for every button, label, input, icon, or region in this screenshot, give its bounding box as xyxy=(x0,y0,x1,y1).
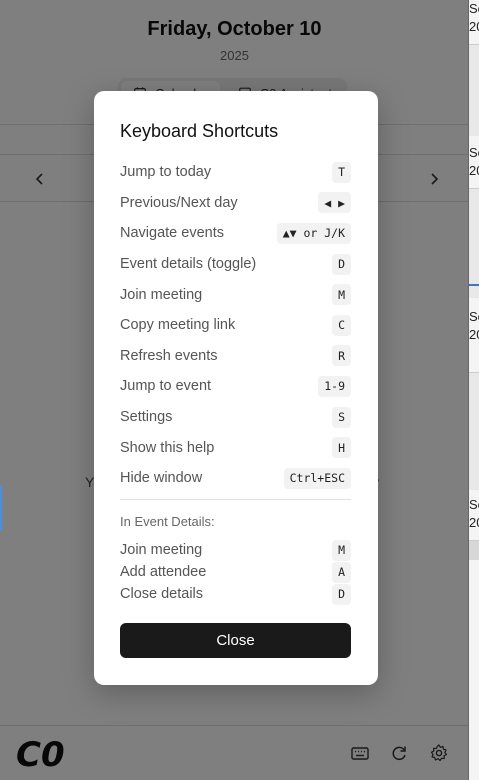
strip-thumbnail xyxy=(469,372,479,490)
shortcut-row: Navigate events ▲▼ or J/K xyxy=(120,218,351,249)
shortcut-label: Close details xyxy=(120,586,204,602)
shortcut-key: Ctrl+ESC xyxy=(283,467,351,489)
shortcut-label: Jump to event xyxy=(120,378,212,395)
shortcut-row: Hide window Ctrl+ESC xyxy=(120,463,351,494)
shortcut-row: Add attendee A xyxy=(120,561,351,583)
shortcut-row: Refresh events R xyxy=(120,341,351,372)
adjacent-window-strip: Sc 20 Sc 20 Sc 20 Sc 20 xyxy=(469,0,479,780)
shortcut-key: R xyxy=(332,345,351,367)
section-heading-event-details: In Event Details: xyxy=(120,514,215,529)
shortcut-key: ◀ ▶ xyxy=(318,192,351,214)
strip-text: 20 xyxy=(469,515,479,530)
shortcut-key: C xyxy=(332,314,351,336)
shortcut-label: Add attendee xyxy=(120,564,207,580)
shortcut-key: M xyxy=(332,539,351,561)
shortcut-label: Settings xyxy=(120,409,173,426)
shortcut-key: M xyxy=(332,284,351,306)
shortcut-key: H xyxy=(332,437,351,459)
strip-thumbnail xyxy=(469,540,479,560)
shortcut-label: Navigate events xyxy=(120,225,224,242)
shortcut-row: Join meeting M xyxy=(120,279,351,310)
shortcut-key: S xyxy=(332,406,351,428)
strip-text: Sc xyxy=(469,145,479,160)
shortcut-row: Event details (toggle) D xyxy=(120,249,351,280)
shortcut-key: T xyxy=(332,161,351,183)
shortcut-label: Show this help xyxy=(120,439,215,456)
shortcut-label: Hide window xyxy=(120,470,203,487)
shortcut-row: Jump to event 1-9 xyxy=(120,371,351,402)
section-divider xyxy=(120,499,351,500)
event-shortcut-list: Join meeting M Add attendee A Close detail… xyxy=(120,539,351,605)
shortcut-label: Event details (toggle) xyxy=(120,256,257,273)
shortcut-label: Previous/Next day xyxy=(120,194,238,211)
left-edge-accent xyxy=(0,486,2,530)
shortcut-row: Join meeting M xyxy=(120,539,351,561)
shortcut-row: Settings S xyxy=(120,402,351,433)
strip-text: 20 xyxy=(469,19,479,34)
shortcut-label: Refresh events xyxy=(120,347,218,364)
keyboard-shortcuts-dialog: Keyboard Shortcuts Jump to today T Previo… xyxy=(94,91,378,685)
shortcut-key: A xyxy=(332,561,351,583)
shortcut-row: Show this help H xyxy=(120,432,351,463)
shortcut-row: Jump to today T xyxy=(120,157,351,188)
shortcut-key: D xyxy=(332,583,351,605)
shortcut-list: Jump to today T Previous/Next day ◀ ▶ Navi… xyxy=(120,157,351,494)
shortcut-label: Copy meeting link xyxy=(120,317,236,334)
close-button[interactable]: Close xyxy=(120,623,351,658)
shortcut-key: D xyxy=(332,253,351,275)
strip-text: 20 xyxy=(469,163,479,178)
strip-thumbnail xyxy=(469,44,479,136)
shortcut-label: Jump to today xyxy=(120,164,212,181)
shortcut-label: Join meeting xyxy=(120,286,203,303)
dialog-title: Keyboard Shortcuts xyxy=(120,121,279,141)
shortcut-row: Previous/Next day ◀ ▶ xyxy=(120,188,351,219)
shortcut-row: Copy meeting link C xyxy=(120,310,351,341)
strip-text: Sc xyxy=(469,309,479,324)
shortcut-label: Join meeting xyxy=(120,542,203,558)
shortcut-key: ▲▼ or J/K xyxy=(276,222,351,244)
strip-accent xyxy=(469,284,479,286)
strip-text: 20 xyxy=(469,327,479,342)
shortcut-row: Close details D xyxy=(120,583,351,605)
strip-text: Sc xyxy=(469,497,479,512)
strip-thumbnail xyxy=(469,188,479,298)
shortcut-key: 1-9 xyxy=(318,375,351,397)
strip-text: Sc xyxy=(469,1,479,16)
